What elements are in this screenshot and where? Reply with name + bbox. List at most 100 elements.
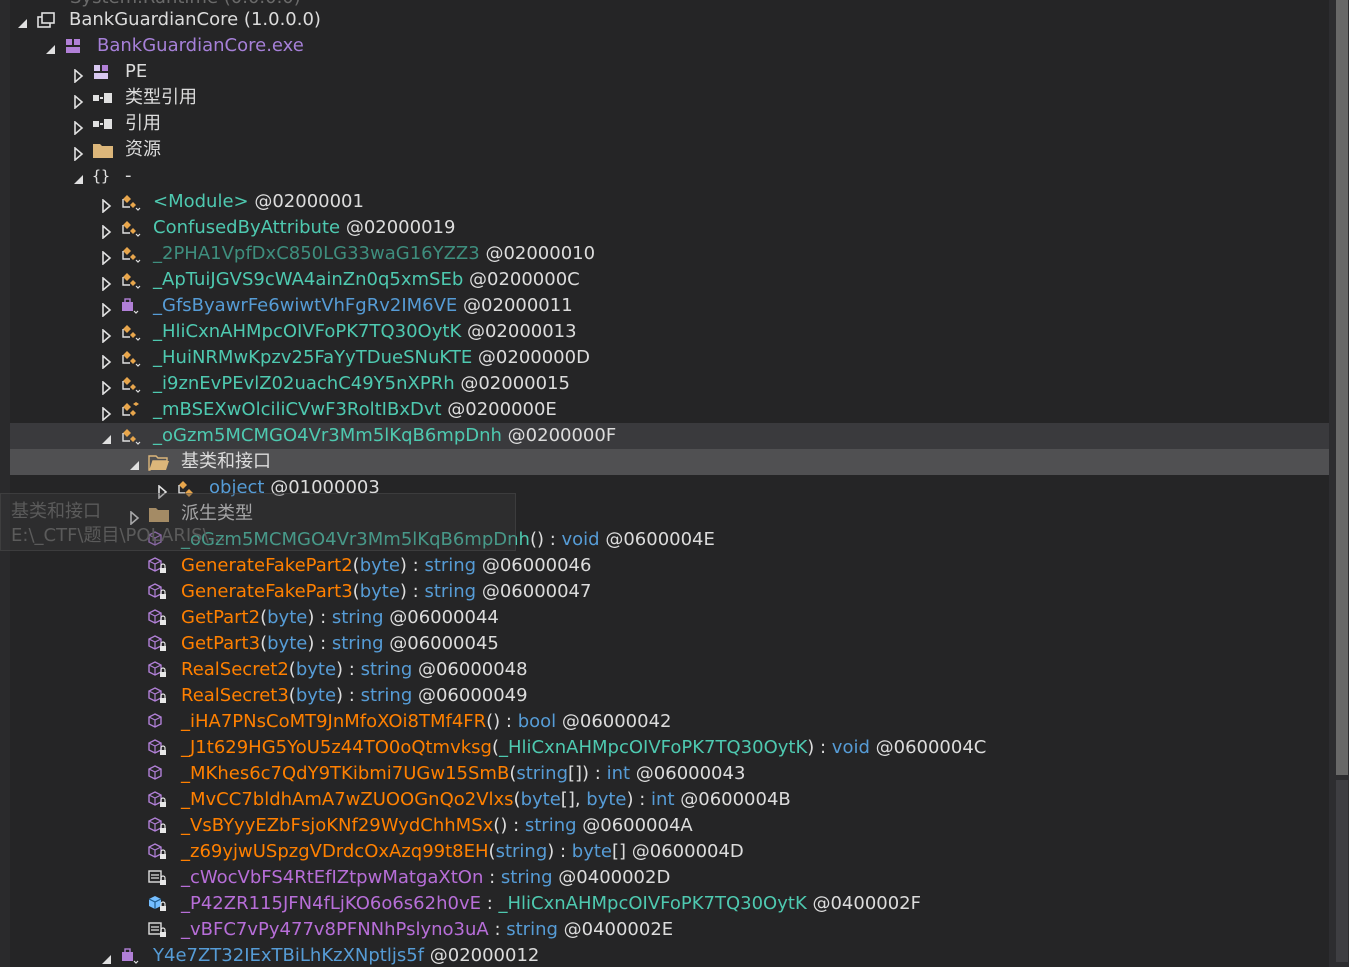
tree-node-label[interactable]: BankGuardianCore.exe [97,33,304,59]
collapsed-arrow-icon[interactable] [100,221,114,240]
collapsed-arrow-icon[interactable] [72,117,86,136]
label-part-method: _MKhes6c7QdY9TKibmi7UGw15SmB [181,763,510,784]
tree-node[interactable]: Y4e7ZT32IExTBiLhKzXNptljs5f @02000012 [10,943,1329,967]
tree-node-label[interactable]: _z69yjwUSpzgVDrdcOxAzq99t8EH(string) : b… [181,839,744,865]
tree-node[interactable]: _P42ZR115JFN4fLjKO6o6s62h0vE : _HliCxnAH… [10,891,1329,917]
collapsed-arrow-icon[interactable] [72,65,86,84]
tree-node-label[interactable]: RealSecret3(byte) : string @06000049 [181,683,528,709]
tree-node[interactable]: _VsBYyyEZbFsjoKNf29WydChhMSx() : string … [10,813,1329,839]
tree-node[interactable]: ConfusedByAttribute @02000019 [10,215,1329,241]
tree-node[interactable]: BankGuardianCore (1.0.0.0) [10,7,1329,33]
tree-node-label[interactable]: <Module> @02000001 [153,189,364,215]
tree-node[interactable]: 类型引用 [10,85,1329,111]
tree-node[interactable]: 资源 [10,137,1329,163]
tree-node[interactable]: GetPart2(byte) : string @06000044 [10,605,1329,631]
tree-node-label[interactable]: _VsBYyyEZbFsjoKNf29WydChhMSx() : string … [181,813,693,839]
tree-node-label[interactable]: _HuiNRMwKpzv25FaYyTDueSNuKTE @0200000D [153,345,590,371]
tree-node-label[interactable]: _ApTuiJGVS9cWA4ainZn0q5xmSEb @0200000C [153,267,580,293]
tree-node-label[interactable]: _J1t629HG5YoU5z44TO0oQtmvksg(_HliCxnAHMp… [181,735,986,761]
label-part-method: RealSecret3 [181,685,289,706]
label-part-method: GenerateFakePart3 [181,581,353,602]
expanded-arrow-icon[interactable] [128,455,142,470]
tree-node-label[interactable]: _vBFC7vPy477v8PFNNhPslyno3uA : string @0… [181,917,673,943]
method-private-icon [148,635,168,653]
tree-node[interactable]: GenerateFakePart3(byte) : string @060000… [10,579,1329,605]
tree-node-label[interactable]: _oGzm5MCMGO4Vr3Mm5lKqB6mpDnh @0200000F [153,423,616,449]
tree-node-label[interactable]: GetPart2(byte) : string @06000044 [181,605,499,631]
expanded-arrow-icon[interactable] [44,39,58,54]
tree-node-label[interactable]: 资源 [125,137,161,163]
tree-node[interactable]: BankGuardianCore.exe [10,33,1329,59]
tree-node[interactable]: _iHA7PNsCoMT9JnMfoXOi8TMf4FR() : bool @0… [10,709,1329,735]
tree-node-label[interactable]: Y4e7ZT32IExTBiLhKzXNptljs5f @02000012 [153,943,539,967]
tree-node[interactable]: _vBFC7vPy477v8PFNNhPslyno3uA : string @0… [10,917,1329,943]
expanded-arrow-icon[interactable] [100,429,114,444]
tree-node-label[interactable]: _iHA7PNsCoMT9JnMfoXOi8TMf4FR() : bool @0… [181,709,672,735]
collapsed-arrow-icon[interactable] [100,195,114,214]
tree-node-label[interactable]: GenerateFakePart3(byte) : string @060000… [181,579,591,605]
label-part-punct: () : [529,529,562,550]
tree-node-label[interactable]: RealSecret2(byte) : string @06000048 [181,657,528,683]
tree-node-label[interactable]: 基类和接口 [181,449,271,475]
tree-node[interactable]: _MvCC7bldhAmA7wZUOOGnQo2Vlxs(byte[], byt… [10,787,1329,813]
tree-node-label[interactable]: _GfsByawrFe6wiwtVhFgRv2IM6VE @02000011 [153,293,573,319]
tree-node[interactable]: GetPart3(byte) : string @06000045 [10,631,1329,657]
tree-node-label[interactable]: GetPart3(byte) : string @06000045 [181,631,499,657]
scrollbar-track-lower[interactable] [1336,780,1348,962]
tree-node[interactable]: _J1t629HG5YoU5z44TO0oQtmvksg(_HliCxnAHMp… [10,735,1329,761]
label-part-keyword: string [331,607,384,628]
tree-node-label[interactable]: PE [125,59,147,85]
tree-node-label[interactable]: _HliCxnAHMpcOIVFoPK7TQ30OytK @02000013 [153,319,577,345]
tree-node-label[interactable]: 引用 [125,111,161,137]
tree-node-label[interactable]: - [125,163,132,189]
tree-node[interactable]: _HuiNRMwKpzv25FaYyTDueSNuKTE @0200000D [10,345,1329,371]
collapsed-arrow-icon[interactable] [72,91,86,110]
tree-node[interactable]: _z69yjwUSpzgVDrdcOxAzq99t8EH(string) : b… [10,839,1329,865]
scrollbar-thumb[interactable] [1336,0,1348,775]
tree-node-label[interactable]: _MvCC7bldhAmA7wZUOOGnQo2Vlxs(byte[], byt… [181,787,791,813]
svg-text:{}: {} [92,167,110,185]
tree-node[interactable]: PE [10,59,1329,85]
expanded-arrow-icon[interactable] [16,13,30,28]
tree-node-label[interactable]: _P42ZR115JFN4fLjKO6o6s62h0vE : _HliCxnAH… [181,891,921,917]
tree-node[interactable]: _i9znEvPEvlZ02uachC49Y5nXPRh @02000015 [10,371,1329,397]
collapsed-arrow-icon[interactable] [100,377,114,396]
assembly-explorer-tree[interactable]: BankGuardianCore (1.0.0.0) BankGuardianCo… [10,0,1329,967]
collapsed-arrow-icon[interactable] [100,273,114,292]
tree-node-label[interactable]: _2PHA1VpfDxC850LG33waG16YZZ3 @02000010 [153,241,595,267]
collapsed-arrow-icon[interactable] [100,299,114,318]
tree-node-label[interactable]: _i9znEvPEvlZ02uachC49Y5nXPRh @02000015 [153,371,570,397]
label-part-token: @06000045 [383,633,499,654]
tree-node[interactable]: _2PHA1VpfDxC850LG33waG16YZZ3 @02000010 [10,241,1329,267]
tree-node[interactable]: 引用 [10,111,1329,137]
collapsed-arrow-icon[interactable] [100,247,114,266]
tree-node-label[interactable]: _mBSEXwOlciliCVwF3RoltIBxDvt @0200000E [153,397,557,423]
tree-node[interactable]: _GfsByawrFe6wiwtVhFgRv2IM6VE @02000011 [10,293,1329,319]
collapsed-arrow-icon[interactable] [100,403,114,422]
expanded-arrow-icon[interactable] [72,169,86,184]
tree-node[interactable]: {} - [10,163,1329,189]
tree-node[interactable]: _HliCxnAHMpcOIVFoPK7TQ30OytK @02000013 [10,319,1329,345]
collapsed-arrow-icon[interactable] [72,143,86,162]
tree-node-label[interactable]: GenerateFakePart2(byte) : string @060000… [181,553,591,579]
collapsed-arrow-icon[interactable] [100,325,114,344]
drag-ghost-tooltip: 基类和接口 E:\_CTF\题目\POLARIS\... [0,493,516,551]
tree-node-label[interactable]: ConfusedByAttribute @02000019 [153,215,455,241]
tree-node[interactable]: _mBSEXwOlciliCVwF3RoltIBxDvt @0200000E [10,397,1329,423]
tree-node[interactable]: <Module> @02000001 [10,189,1329,215]
tree-node[interactable]: _ApTuiJGVS9cWA4ainZn0q5xmSEb @0200000C [10,267,1329,293]
tree-node[interactable]: RealSecret3(byte) : string @06000049 [10,683,1329,709]
tree-node[interactable]: 基类和接口 [10,449,1329,475]
tree-node[interactable]: _oGzm5MCMGO4Vr3Mm5lKqB6mpDnh @0200000F [10,423,1329,449]
tree-node-label[interactable]: 类型引用 [125,85,197,111]
tree-node[interactable]: _MKhes6c7QdY9TKibmi7UGw15SmB(string[]) :… [10,761,1329,787]
label-part-keyword: _GfsByawrFe6wiwtVhFgRv2IM6VE [153,295,458,316]
tree-node[interactable]: GenerateFakePart2(byte) : string @060000… [10,553,1329,579]
tree-node-label[interactable]: _cWocVbFS4RtEfIZtpwMatgaXtOn : string @0… [181,865,670,891]
tree-node-label[interactable]: _MKhes6c7QdY9TKibmi7UGw15SmB(string[]) :… [181,761,745,787]
expanded-arrow-icon[interactable] [100,949,114,964]
tree-node-label[interactable]: BankGuardianCore (1.0.0.0) [69,7,321,33]
tree-node[interactable]: _cWocVbFS4RtEfIZtpwMatgaXtOn : string @0… [10,865,1329,891]
collapsed-arrow-icon[interactable] [100,351,114,370]
tree-node[interactable]: RealSecret2(byte) : string @06000048 [10,657,1329,683]
